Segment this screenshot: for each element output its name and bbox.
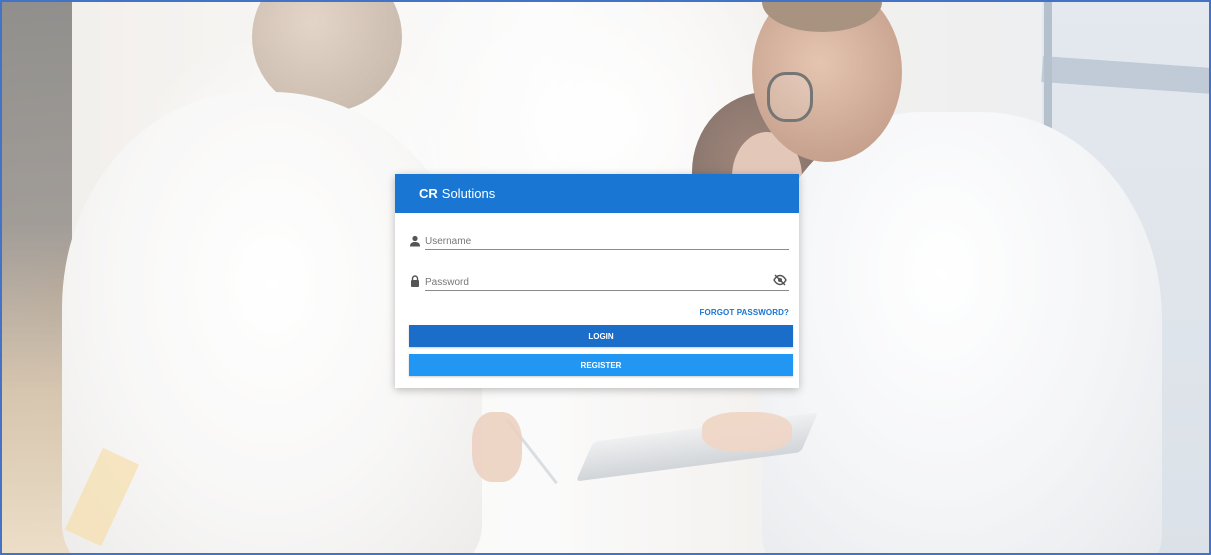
brand-title: Solutions (441, 186, 496, 201)
forgot-password-link[interactable]: FORGOT PASSWORD? (700, 308, 789, 317)
username-field (409, 213, 789, 251)
register-button[interactable]: REGISTER (409, 354, 793, 376)
password-input[interactable] (425, 274, 753, 291)
brand-name: CR (419, 186, 438, 201)
login-card: CR Solutions Username FORGOT PASSWORD? L… (395, 174, 799, 388)
eye-slash-icon[interactable] (773, 274, 787, 286)
password-field (409, 254, 789, 292)
login-form (395, 213, 799, 292)
login-button[interactable]: LOGIN (409, 325, 793, 347)
card-header: CR Solutions (395, 174, 799, 213)
lock-icon (411, 275, 419, 287)
person-icon (410, 235, 420, 247)
username-input[interactable] (425, 233, 753, 250)
page-frame: CR Solutions Username FORGOT PASSWORD? L… (0, 0, 1211, 555)
